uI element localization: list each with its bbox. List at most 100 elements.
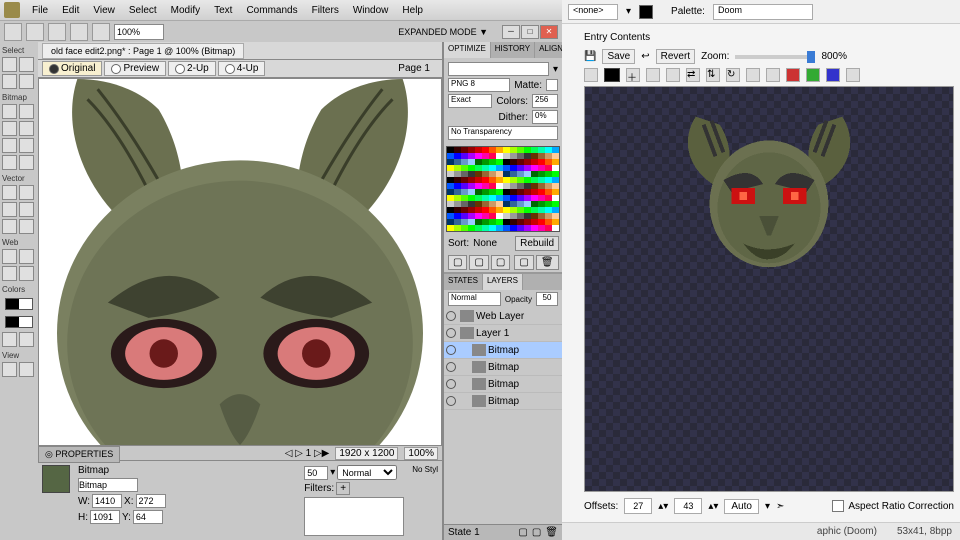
prop-w[interactable]	[92, 494, 122, 508]
knife-tool[interactable]	[19, 219, 34, 234]
rect-tool[interactable]	[2, 202, 17, 217]
translate-g-icon[interactable]	[806, 68, 820, 82]
tab-states[interactable]: STATES	[444, 274, 483, 290]
transparency-select[interactable]: No Transparency	[448, 126, 558, 140]
tab-history[interactable]: HISTORY	[491, 42, 535, 58]
add-filter-button[interactable]: +	[336, 482, 350, 495]
mirror-v-icon[interactable]: ⇅	[706, 68, 720, 82]
entry-type-select[interactable]: <none>	[568, 4, 618, 20]
layer-row[interactable]: Layer 1	[444, 325, 562, 342]
aspect-ratio-checkbox[interactable]: Aspect Ratio Correction	[832, 500, 954, 512]
color-swatch[interactable]	[604, 68, 620, 82]
menu-commands[interactable]: Commands	[240, 3, 303, 18]
scale-tool[interactable]	[2, 74, 17, 89]
menu-modify[interactable]: Modify	[165, 3, 206, 18]
tool-redo-icon[interactable]	[26, 23, 44, 41]
default-colors-icon[interactable]	[19, 332, 34, 347]
matte-swatch[interactable]	[546, 79, 558, 91]
hotspot-tool[interactable]	[19, 249, 34, 264]
menu-view[interactable]: View	[87, 3, 121, 18]
subselect-tool[interactable]	[19, 57, 34, 72]
filters-list[interactable]	[304, 497, 404, 536]
stamp-tool[interactable]	[19, 155, 34, 170]
maximize-button[interactable]: □	[521, 25, 539, 39]
visibility-icon[interactable]	[446, 396, 456, 406]
save-button[interactable]: Save	[602, 49, 635, 64]
wand-tool[interactable]	[2, 121, 17, 136]
visibility-icon[interactable]	[446, 379, 456, 389]
trash-icon[interactable]: 🗑	[545, 527, 558, 538]
pal-tool-3[interactable]: ▢	[491, 255, 510, 270]
show-tool[interactable]	[19, 266, 34, 281]
offset-x-input[interactable]	[624, 498, 652, 514]
blur-tool[interactable]	[2, 155, 17, 170]
page-indicator[interactable]: Page 1	[390, 62, 438, 75]
fullscreen-view[interactable]	[19, 362, 34, 377]
prop-blend[interactable]: Normal	[337, 465, 397, 480]
prop-x[interactable]	[136, 494, 166, 508]
color-palette[interactable]	[446, 146, 560, 232]
layer-row[interactable]: Web Layer	[444, 308, 562, 325]
preset-select[interactable]	[448, 62, 549, 76]
layer-blend[interactable]: Normal	[448, 292, 501, 306]
brush-tool[interactable]	[19, 121, 34, 136]
state-label[interactable]: State 1	[448, 527, 480, 538]
swap-colors-icon[interactable]	[2, 332, 17, 347]
layer-row[interactable]: Bitmap	[444, 393, 562, 410]
minimize-button[interactable]: －	[502, 25, 520, 39]
standard-view[interactable]	[2, 362, 17, 377]
close-button[interactable]: ✕	[540, 25, 558, 39]
tool-undo-icon[interactable]	[4, 23, 22, 41]
properties-header[interactable]: ◎ PROPERTIES	[38, 446, 120, 463]
zoom-slider[interactable]	[735, 55, 815, 59]
menu-file[interactable]: File	[26, 3, 54, 18]
offset-mode-select[interactable]: Auto	[724, 499, 759, 514]
pal-tool-1[interactable]: ▢	[448, 255, 467, 270]
mask-color-swatch[interactable]	[639, 5, 653, 19]
tool-print-icon[interactable]	[92, 23, 110, 41]
visibility-icon[interactable]	[446, 345, 456, 355]
pencil-tool[interactable]	[2, 138, 17, 153]
tool-import-icon[interactable]	[48, 23, 66, 41]
crop-tool[interactable]	[19, 74, 34, 89]
tab-optimize[interactable]: OPTIMIZE	[444, 42, 491, 58]
convert-icon[interactable]	[766, 68, 780, 82]
slice-tool[interactable]	[2, 249, 17, 264]
sprite-canvas[interactable]	[584, 86, 954, 492]
lasso-tool[interactable]	[19, 104, 34, 119]
rebuild-button[interactable]: Rebuild	[515, 236, 559, 251]
menu-edit[interactable]: Edit	[56, 3, 85, 18]
new-folder-icon[interactable]: ▢	[532, 527, 541, 538]
eraser-tool[interactable]	[19, 138, 34, 153]
pointer-tool[interactable]	[2, 57, 17, 72]
freeform-tool[interactable]	[2, 219, 17, 234]
menu-filters[interactable]: Filters	[306, 3, 345, 18]
layer-row[interactable]: Bitmap	[444, 376, 562, 393]
hide-tool[interactable]	[2, 266, 17, 281]
layer-opacity[interactable]: 50	[536, 292, 558, 306]
tab-layers[interactable]: LAYERS	[483, 274, 523, 290]
dither-input[interactable]: 0%	[532, 110, 558, 124]
pal-tool-4[interactable]: ▢	[514, 255, 533, 270]
grid-icon[interactable]	[666, 68, 680, 82]
new-layer-icon[interactable]: ▢	[518, 527, 527, 538]
view-original[interactable]: Original	[42, 61, 102, 76]
text-tool[interactable]	[19, 202, 34, 217]
menu-select[interactable]: Select	[123, 3, 163, 18]
rotate-icon[interactable]: ↻	[726, 68, 740, 82]
pal-tool-2[interactable]: ▢	[469, 255, 488, 270]
menu-help[interactable]: Help	[396, 3, 429, 18]
layer-row[interactable]: Bitmap	[444, 359, 562, 376]
visibility-icon[interactable]	[446, 362, 456, 372]
visibility-icon[interactable]	[446, 311, 456, 321]
translate-b-icon[interactable]	[826, 68, 840, 82]
canvas-zoom[interactable]: 100%	[404, 447, 438, 460]
format-select[interactable]: PNG 8	[448, 78, 510, 92]
export-icon[interactable]	[846, 68, 860, 82]
sort-select[interactable]: None	[473, 238, 511, 249]
mirror-h-icon[interactable]: ⇄	[686, 68, 700, 82]
prop-y[interactable]	[133, 510, 163, 524]
prop-h[interactable]	[90, 510, 120, 524]
palette-select[interactable]: Doom	[713, 4, 813, 20]
translate-r-icon[interactable]	[786, 68, 800, 82]
